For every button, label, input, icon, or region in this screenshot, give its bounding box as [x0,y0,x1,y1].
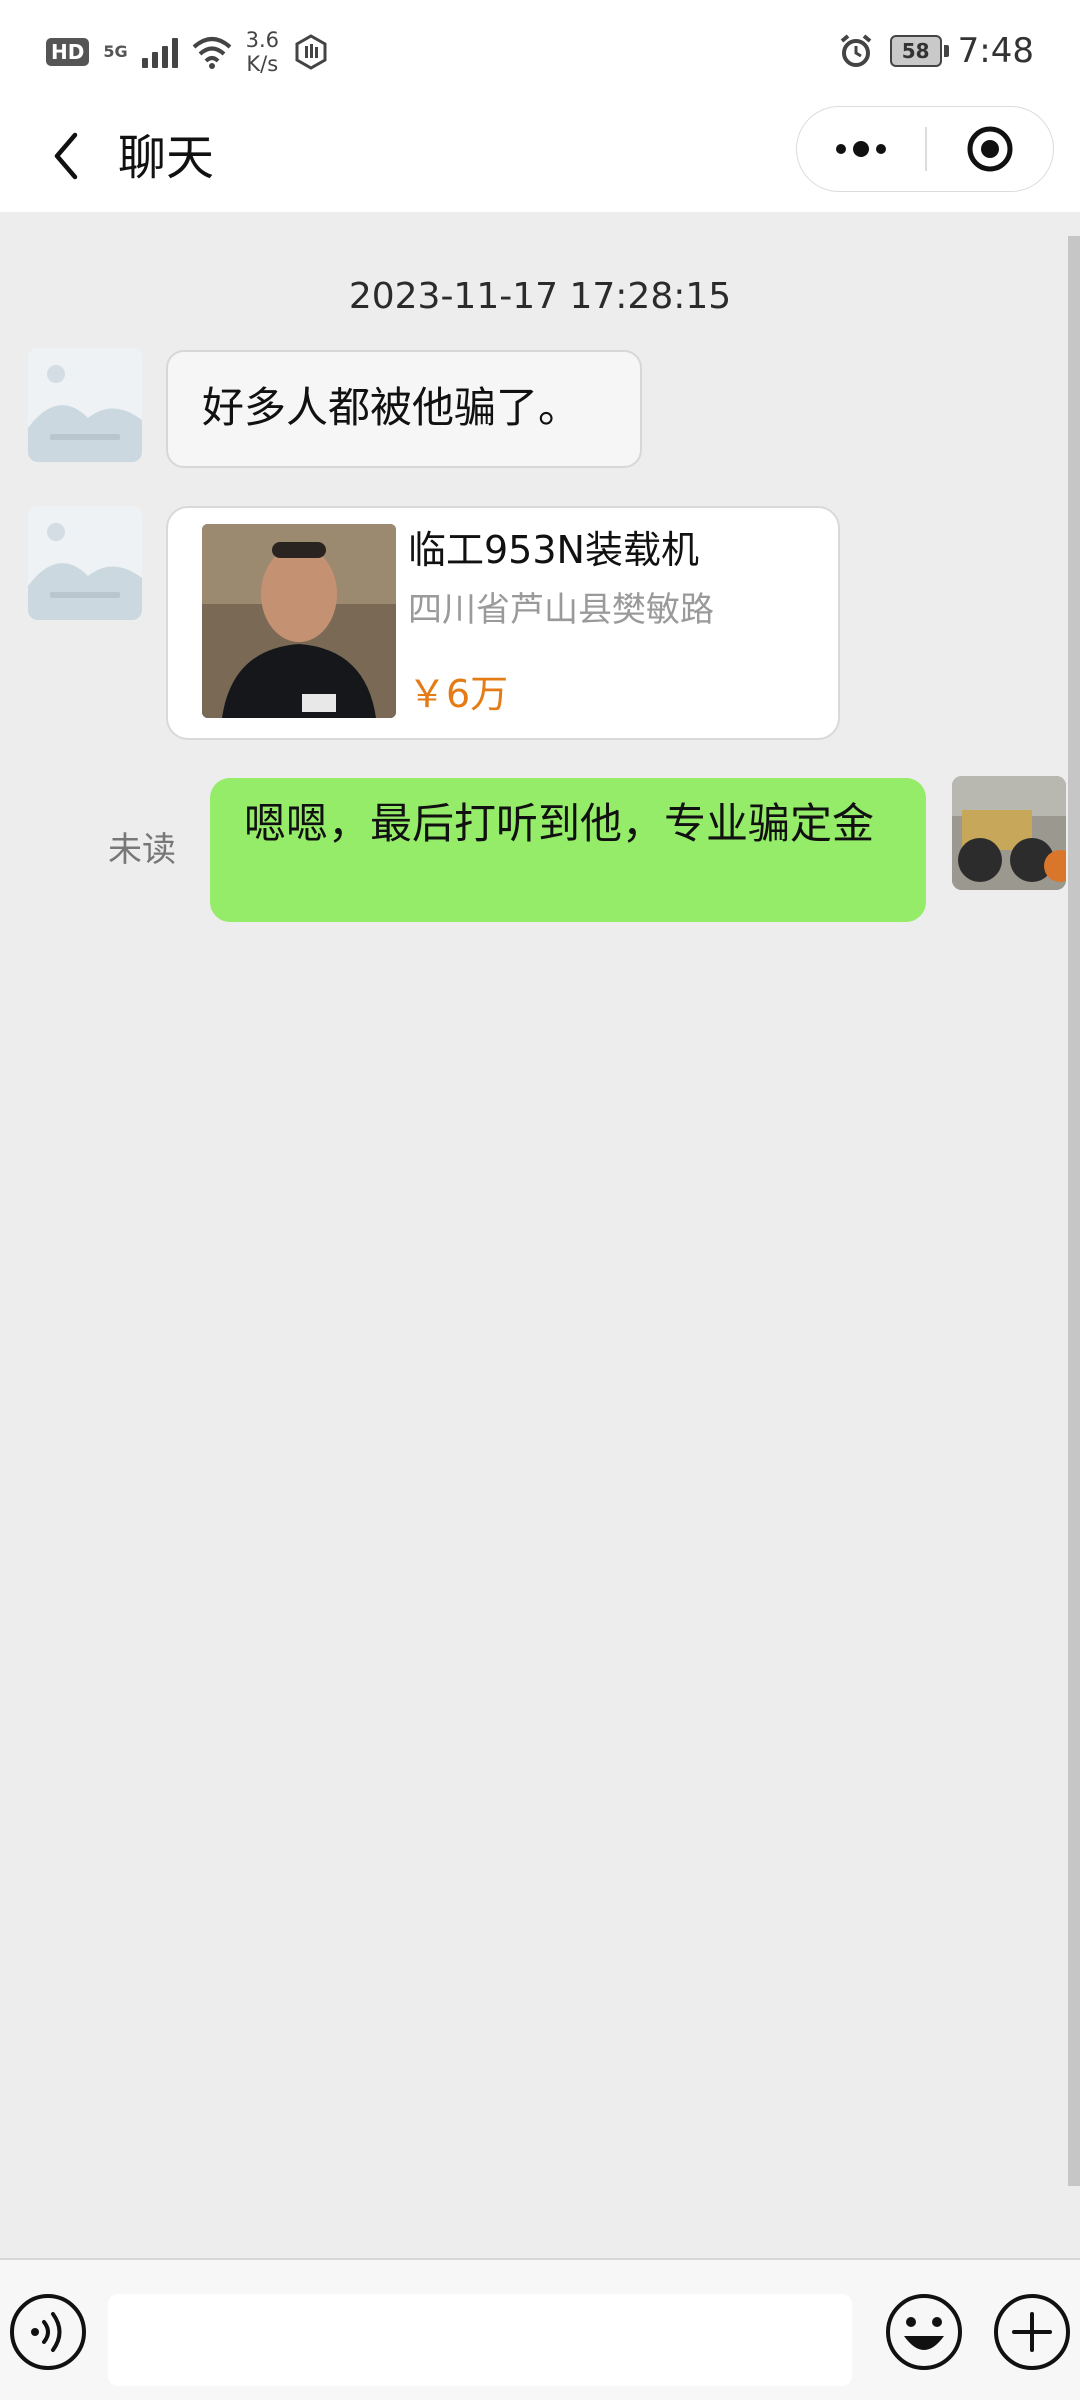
more-functions-button[interactable] [992,2292,1072,2372]
alarm-icon [840,34,871,67]
input-bar [0,2258,1080,2400]
product-photo [202,524,396,718]
chevron-left-icon [54,132,78,180]
unread-status: 未读 [108,830,176,870]
voice-button[interactable] [8,2292,88,2372]
product-address: 四川省芦山县樊敏路 [408,590,714,630]
signal-icon [141,36,178,68]
contact-avatar[interactable] [28,506,142,620]
net-speed: 3.6 K/s [246,28,279,76]
message-bubble-right[interactable]: 嗯嗯，最后打听到他，专业骗定金 [210,778,926,922]
target-close-icon [967,126,1013,172]
product-price: ￥6万 [408,672,509,716]
self-avatar[interactable] [952,776,1066,890]
net-speed-value: 3.6 [245,28,280,52]
shield-icon [295,34,327,70]
back-button[interactable] [36,126,96,186]
loader-photo [952,776,1066,890]
plus-icon [994,2294,1070,2370]
message-text: 好多人都被他骗了。 [202,383,581,432]
contact-avatar[interactable] [28,348,142,462]
mini-program-capsule [796,106,1054,192]
wifi-icon [192,37,231,69]
status-right: 58 7:48 [838,26,1034,76]
voice-icon [10,2294,86,2370]
hd-icon: HD [46,38,90,66]
message-text: 嗯嗯，最后打听到他，专业骗定金 [244,799,875,848]
message-input[interactable] [108,2294,852,2386]
message-bubble-left[interactable]: 好多人都被他骗了。 [166,350,642,468]
emoji-button[interactable] [884,2292,964,2372]
image-placeholder-icon [28,348,142,462]
status-left: HD 5G 3.6 K/s [46,28,329,76]
chat-scrollbar[interactable] [1068,236,1080,2186]
battery-icon: 58 [889,35,949,67]
more-button[interactable] [797,107,925,191]
emoji-icon [886,2294,962,2370]
more-dots-icon [836,141,886,157]
net-speed-unit: K/s [246,52,279,76]
image-placeholder-icon [28,506,142,620]
product-title: 临工953N装载机 [408,528,699,572]
clock: 7:48 [957,31,1034,71]
status-bar: HD 5G 3.6 K/s 58 7:48 [0,0,1080,100]
close-button[interactable] [927,107,1053,191]
product-card[interactable]: 临工953N装载机 四川省芦山县樊敏路 ￥6万 [166,506,840,740]
network-indicator: 5G [103,43,127,61]
chat-timestamp: 2023-11-17 17:28:15 [348,276,732,317]
page-title: 聊天 [118,130,215,186]
network-type: 5G [103,42,128,61]
